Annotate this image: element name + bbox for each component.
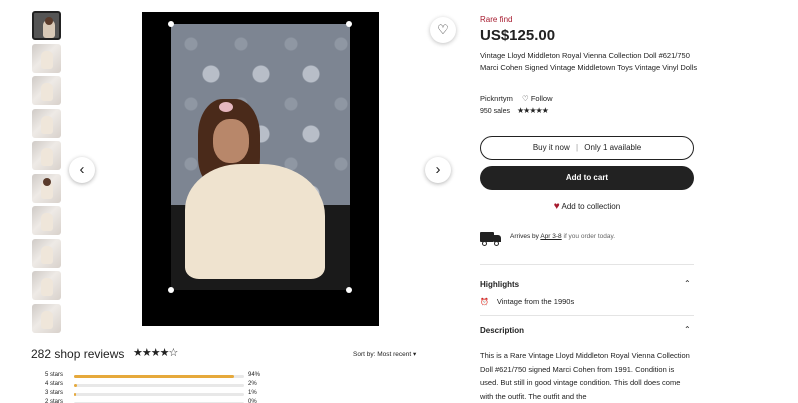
rating-bar-fill <box>74 393 76 396</box>
delivery-estimate: Arrives by Apr 3-8 if you order today. <box>510 233 616 240</box>
rating-row-percent: 94% <box>248 372 261 378</box>
caret-down-icon: ▾ <box>412 351 417 358</box>
rating-row[interactable]: 4 stars 2% <box>45 381 275 389</box>
add-to-cart-button[interactable]: Add to cart <box>480 166 694 190</box>
add-to-collection-label: Add to collection <box>561 202 621 211</box>
buy-now-label: Buy it now <box>532 143 570 152</box>
thumbnail-3[interactable] <box>32 76 61 105</box>
rating-row-label: 3 stars <box>45 390 64 396</box>
rating-row-label: 2 stars <box>45 399 64 403</box>
rare-find-badge: Rare find <box>480 15 513 24</box>
favorite-button[interactable]: ♡ <box>430 17 456 43</box>
rating-row[interactable]: 2 stars 0% <box>45 399 275 403</box>
thumbnail-4[interactable] <box>32 108 61 138</box>
product-photo[interactable] <box>171 24 350 290</box>
divider <box>480 315 694 316</box>
heart-filled-icon: ♥ <box>553 201 560 212</box>
thumbnail-2[interactable] <box>32 43 61 73</box>
truck-icon <box>480 232 502 246</box>
rating-row-percent: 1% <box>248 390 257 396</box>
next-image-button[interactable]: › <box>425 157 451 183</box>
crop-handle[interactable] <box>168 21 174 27</box>
thumbnail-7[interactable] <box>32 206 61 235</box>
heart-icon: ♡ <box>437 22 449 37</box>
sales-count: 950 sales <box>480 108 510 115</box>
prev-image-button[interactable]: ‹ <box>69 157 95 183</box>
price: US$125.00 <box>480 27 556 44</box>
chevron-left-icon: ‹ <box>79 161 85 178</box>
description-text: This is a Rare Vintage Lloyd Middleton R… <box>480 351 690 401</box>
thumbnail-10[interactable] <box>32 303 61 333</box>
follow-button[interactable]: ♡ Follow <box>522 94 553 103</box>
shop-rating-stars: ★★★★★ <box>517 106 549 115</box>
availability-label: Only 1 available <box>584 143 642 152</box>
highlights-heading[interactable]: Highlights <box>480 280 519 289</box>
thumbnail-9[interactable] <box>32 271 61 300</box>
rating-bar-track <box>74 375 244 378</box>
rating-row-percent: 2% <box>248 381 257 387</box>
rating-bar-fill <box>74 384 78 387</box>
chevron-right-icon: › <box>435 161 441 178</box>
rating-row-percent: 0% <box>248 399 257 403</box>
divider <box>480 264 694 265</box>
sort-label: Sort by: Most recent <box>353 351 412 358</box>
chevron-up-icon[interactable]: ⌃ <box>684 279 691 288</box>
rating-row-label: 5 stars <box>45 372 64 378</box>
rating-bar-track <box>74 393 244 396</box>
chevron-up-icon[interactable]: ⌃ <box>684 325 691 334</box>
rating-row[interactable]: 5 stars 94% <box>45 372 275 380</box>
thumbnail-1[interactable] <box>32 11 61 40</box>
thumbnail-strip <box>32 11 62 336</box>
thumbnail-6[interactable] <box>32 173 61 203</box>
thumbnail-5[interactable] <box>32 141 61 170</box>
heart-outline-icon: ♡ <box>522 94 529 103</box>
crop-handle[interactable] <box>346 287 352 293</box>
description-heading[interactable]: Description <box>480 326 524 335</box>
shop-name-link[interactable]: Picknrtym <box>480 94 513 103</box>
highlight-item: ⏰ Vintage from the 1990s <box>480 297 575 306</box>
reviews-rating-stars: ★★★★☆ <box>133 347 178 359</box>
rating-row-label: 4 stars <box>45 381 64 387</box>
rating-bar-track <box>74 384 244 387</box>
thumbnail-8[interactable] <box>32 238 61 268</box>
crop-handle[interactable] <box>346 21 352 27</box>
follow-label: Follow <box>530 94 553 103</box>
clock-icon: ⏰ <box>480 299 489 306</box>
add-to-collection-button[interactable]: ♥ Add to collection <box>480 201 694 212</box>
listing-title: Vintage Lloyd Middleton Royal Vienna Col… <box>480 51 698 72</box>
rating-row[interactable]: 3 stars 1% <box>45 390 275 398</box>
rating-bar-fill <box>74 375 234 378</box>
delivery-date[interactable]: Apr 3-8 <box>540 233 561 240</box>
reviews-count: 282 shop reviews <box>31 347 125 361</box>
buy-now-button[interactable]: Buy it now | Only 1 available <box>480 136 694 160</box>
sort-dropdown[interactable]: Sort by: Most recent ▾ <box>353 350 416 358</box>
crop-handle[interactable] <box>168 287 174 293</box>
